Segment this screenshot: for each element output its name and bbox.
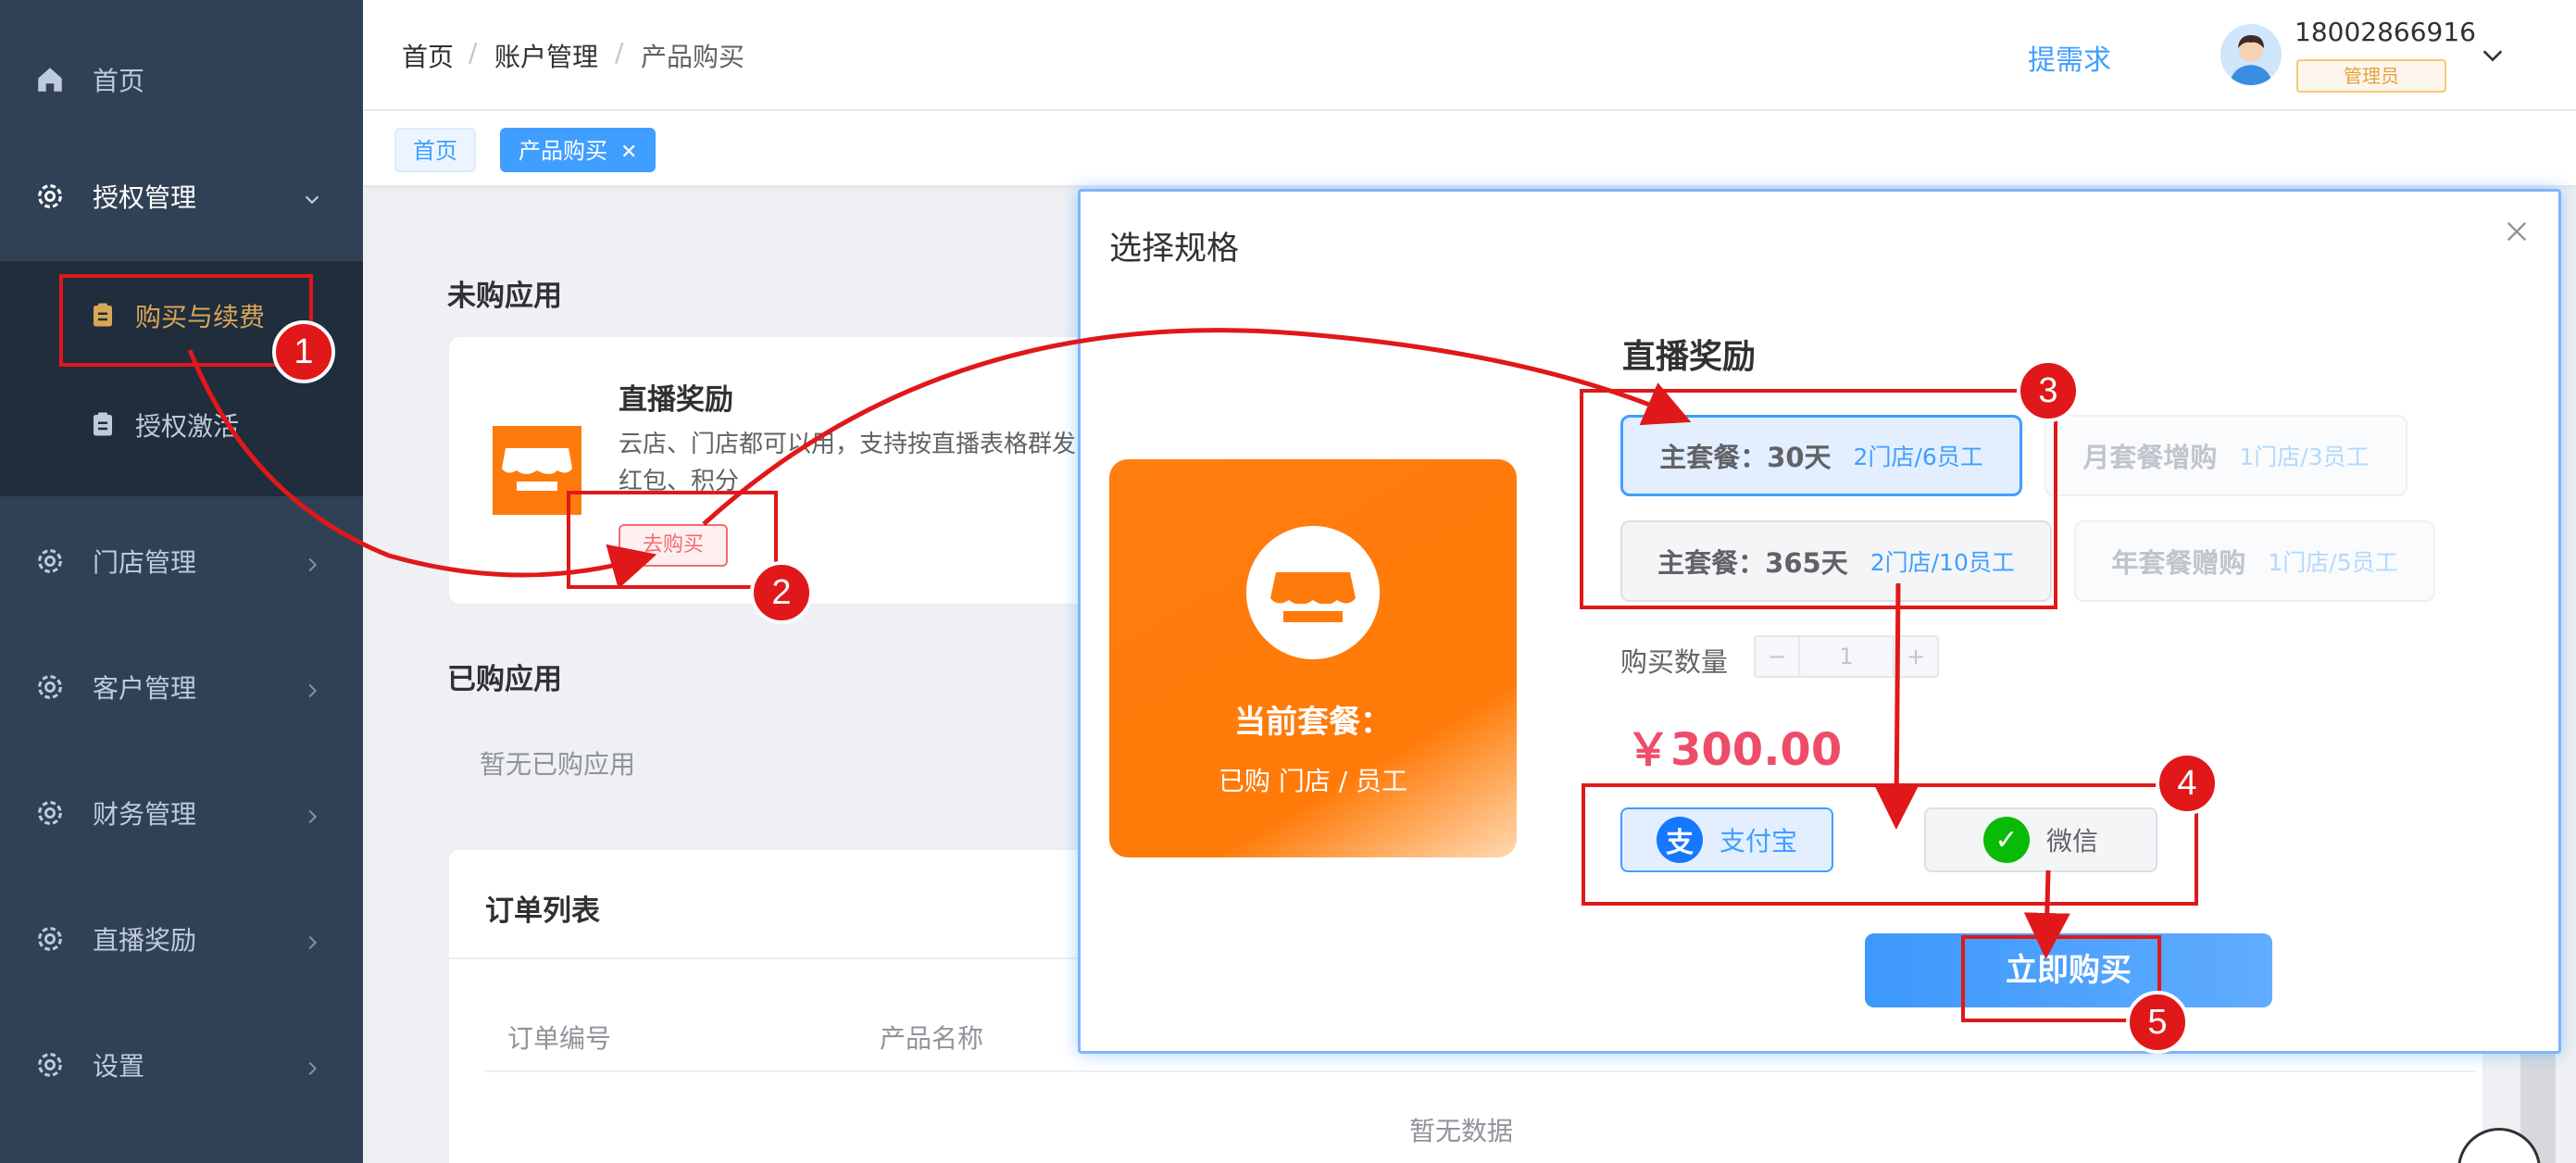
order-list-title: 订单列表 xyxy=(485,894,600,928)
home-icon xyxy=(31,61,69,98)
sidebar: 首页 授权管理 购买与续费 授权激活 门店管理 客户管理 财务管理 直播奖励 设… xyxy=(0,0,363,1163)
sidebar-item-customer[interactable]: 客户管理 xyxy=(0,632,363,743)
tag-product-purchase[interactable]: 产品购买 ✕ xyxy=(500,128,657,172)
step-badge-2: 2 xyxy=(750,561,813,624)
price-value: ￥300.00 xyxy=(1626,724,1843,776)
table-header-product-name: 产品名称 xyxy=(880,1023,984,1054)
purchased-empty-text: 暂无已购应用 xyxy=(480,749,636,780)
spec-note: 1门店/5员工 xyxy=(2268,549,2398,576)
sidebar-item-finance[interactable]: 财务管理 xyxy=(0,757,363,869)
breadcrumb-home[interactable]: 首页 xyxy=(402,37,454,74)
gear-icon xyxy=(31,178,69,215)
gear-icon xyxy=(31,543,69,580)
spec-option-yearly-gift: 年套餐赠购 1门店/5员工 xyxy=(2074,520,2435,602)
dialog-title: 选择规格 xyxy=(1109,231,1240,268)
chevron-right-icon xyxy=(302,929,322,950)
sidebar-item-label: 授权管理 xyxy=(93,182,197,213)
spec-title: 年套餐赠购 xyxy=(2111,547,2246,579)
current-plan-detail: 已购 门店 / 员工 xyxy=(1218,766,1408,796)
tags-view: 首页 产品购买 ✕ xyxy=(363,111,2576,187)
quantity-decrease-button[interactable]: − xyxy=(1756,637,1800,676)
sidebar-item-auth[interactable]: 授权管理 xyxy=(0,141,363,252)
app-name: 直播奖励 xyxy=(619,383,733,417)
gear-icon xyxy=(31,1046,69,1083)
spec-note: 1门店/3员工 xyxy=(2239,444,2370,470)
quantity-input[interactable]: 1 xyxy=(1800,637,1893,676)
clipboard-icon xyxy=(89,410,119,440)
chevron-down-icon xyxy=(302,186,322,206)
quantity-increase-button[interactable]: + xyxy=(1893,637,1937,676)
spec-option-monthly-addon: 月套餐增购 1门店/3员工 xyxy=(2045,415,2407,496)
highlight-box-step2 xyxy=(567,491,778,589)
sidebar-item-store[interactable]: 门店管理 xyxy=(0,506,363,617)
quantity-label: 购买数量 xyxy=(1620,646,1729,678)
highlight-box-step3 xyxy=(1580,389,2057,609)
divider xyxy=(485,1070,2476,1072)
step-badge-4: 4 xyxy=(2156,752,2219,815)
section-title-purchased: 已购应用 xyxy=(447,663,562,696)
breadcrumb-separator: / xyxy=(469,37,478,68)
step-badge-5: 5 xyxy=(2126,991,2189,1054)
gear-icon xyxy=(31,669,69,706)
step-badge-3: 3 xyxy=(2017,359,2080,422)
sidebar-item-settings[interactable]: 设置 xyxy=(0,1009,363,1120)
gear-icon xyxy=(31,920,69,957)
user-phone: 18002866916 xyxy=(2295,17,2476,47)
sidebar-item-label: 客户管理 xyxy=(93,673,197,704)
sidebar-item-label: 直播奖励 xyxy=(93,925,197,956)
sidebar-item-label: 门店管理 xyxy=(93,547,197,578)
store-icon xyxy=(1246,526,1380,659)
sidebar-subitem-label: 授权激活 xyxy=(135,411,240,442)
step-badge-1: 1 xyxy=(272,320,335,383)
sidebar-item-label: 首页 xyxy=(93,66,145,96)
close-icon[interactable] xyxy=(2502,217,2532,246)
chevron-right-icon xyxy=(302,677,322,698)
close-icon[interactable]: ✕ xyxy=(620,141,637,164)
sidebar-item-home[interactable]: 首页 xyxy=(0,24,363,135)
table-empty-text: 暂无数据 xyxy=(1409,1116,1514,1146)
sidebar-item-label: 财务管理 xyxy=(93,799,197,830)
chevron-right-icon xyxy=(302,1055,322,1076)
breadcrumb-current: 产品购买 xyxy=(641,42,745,72)
spec-title: 月套餐增购 xyxy=(2082,442,2218,473)
product-name: 直播奖励 xyxy=(1622,338,1757,376)
chevron-down-icon[interactable] xyxy=(2480,43,2506,69)
current-plan-label: 当前套餐： xyxy=(1234,704,1392,741)
role-badge: 管理员 xyxy=(2296,59,2446,93)
section-title-unpurchased: 未购应用 xyxy=(447,280,562,313)
tag-label: 产品购买 xyxy=(519,138,607,164)
chevron-right-icon xyxy=(302,551,322,572)
breadcrumb-separator: / xyxy=(615,37,624,68)
tag-home[interactable]: 首页 xyxy=(394,128,476,172)
gear-icon xyxy=(31,794,69,832)
sidebar-item-label: 设置 xyxy=(93,1051,145,1082)
avatar[interactable] xyxy=(2220,24,2282,85)
app-description: 云店、门店都可以用，支持按直播表格群发红包、积分 xyxy=(619,431,1077,495)
breadcrumb-account[interactable]: 账户管理 xyxy=(494,37,598,74)
request-link[interactable]: 提需求 xyxy=(2028,37,2111,78)
table-header-order-no: 订单编号 xyxy=(507,1023,612,1054)
sidebar-item-auth-activate[interactable]: 授权激活 xyxy=(0,370,363,480)
chevron-right-icon xyxy=(302,803,322,824)
highlight-box-step4 xyxy=(1582,783,2198,906)
sidebar-item-live-reward[interactable]: 直播奖励 xyxy=(0,883,363,994)
